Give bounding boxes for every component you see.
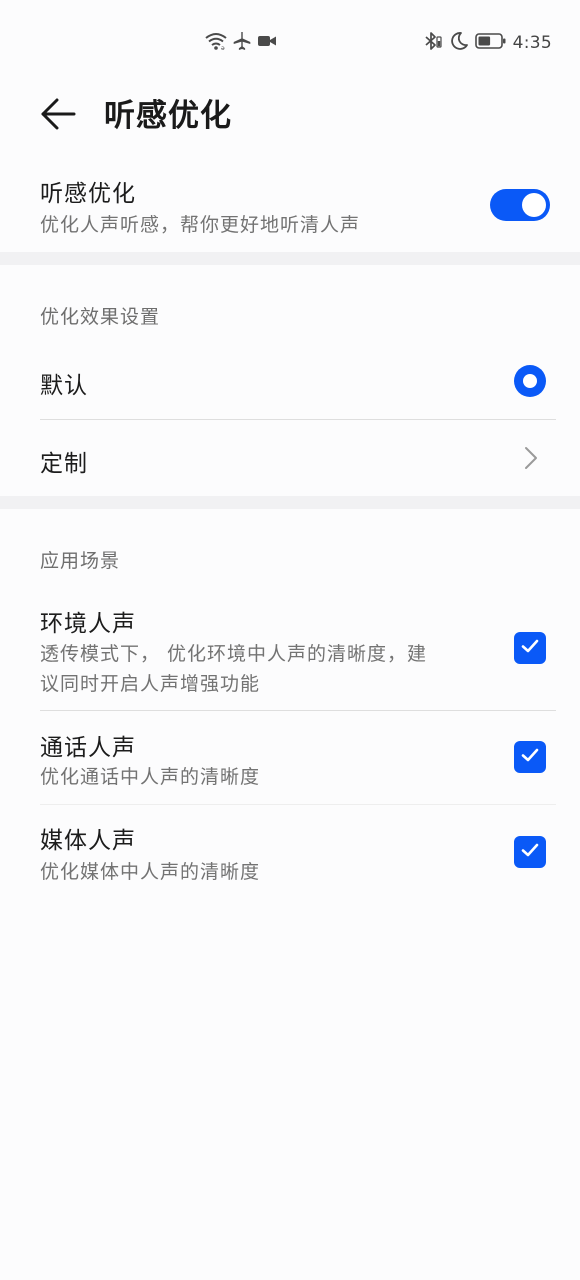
call-voice-checkbox[interactable] bbox=[514, 741, 546, 773]
checkmark-icon bbox=[519, 839, 541, 865]
option-custom-label: 定制 bbox=[40, 451, 88, 477]
effect-section-header: 优化效果设置 bbox=[40, 306, 161, 328]
do-not-disturb-moon-icon bbox=[449, 31, 469, 55]
scene-ambient-voice-row[interactable]: 环境人声 透传模式下， 优化环境中人声的清晰度，建 议同时开启人声增强功能 bbox=[0, 592, 580, 710]
bluetooth-icon bbox=[421, 30, 443, 56]
page-title: 听感优化 bbox=[104, 98, 232, 134]
status-right-icons: 4:35 bbox=[421, 31, 552, 55]
hearing-optimization-toggle[interactable] bbox=[490, 189, 550, 221]
hearing-optimization-row[interactable]: 听感优化 优化人声听感，帮你更好地听清人声 bbox=[0, 160, 580, 252]
scene-ambient-voice-subtitle-line2: 议同时开启人声增强功能 bbox=[40, 673, 261, 695]
scene-media-voice-row[interactable]: 媒体人声 优化媒体中人声的清晰度 bbox=[0, 805, 580, 897]
scene-media-voice-subtitle: 优化媒体中人声的清晰度 bbox=[40, 861, 261, 883]
status-time: 4:35 bbox=[512, 33, 552, 53]
battery-icon bbox=[474, 32, 507, 54]
ambient-voice-checkbox[interactable] bbox=[514, 632, 546, 664]
media-voice-checkbox[interactable] bbox=[514, 836, 546, 868]
status-bar: ə 4:35 bbox=[0, 0, 580, 86]
option-custom-row[interactable]: 定制 bbox=[0, 420, 580, 496]
wifi-icon: ə bbox=[204, 31, 228, 55]
scene-call-voice-title: 通话人声 bbox=[40, 735, 136, 761]
checkmark-icon bbox=[519, 635, 541, 661]
toggle-knob bbox=[522, 193, 546, 217]
arrow-left-icon bbox=[40, 96, 76, 136]
hearing-optimization-title: 听感优化 bbox=[40, 181, 136, 207]
scene-ambient-voice-subtitle-line1: 透传模式下， 优化环境中人声的清晰度，建 bbox=[40, 643, 428, 665]
checkmark-icon bbox=[519, 744, 541, 770]
airplane-icon bbox=[232, 31, 252, 55]
video-record-icon bbox=[256, 31, 278, 55]
scene-section-header: 应用场景 bbox=[40, 550, 121, 572]
section-separator bbox=[0, 496, 580, 509]
back-button[interactable] bbox=[36, 94, 80, 138]
svg-text:ə: ə bbox=[221, 45, 225, 51]
option-default-label: 默认 bbox=[40, 373, 88, 399]
section-separator bbox=[0, 252, 580, 265]
radio-dot bbox=[523, 374, 537, 388]
status-center-icons: ə bbox=[204, 32, 278, 54]
option-default-row[interactable]: 默认 bbox=[0, 342, 580, 420]
chevron-right-icon bbox=[522, 445, 540, 471]
default-radio-button[interactable] bbox=[514, 365, 546, 397]
scene-call-voice-row[interactable]: 通话人声 优化通话中人声的清晰度 bbox=[0, 711, 580, 804]
scene-call-voice-subtitle: 优化通话中人声的清晰度 bbox=[40, 766, 261, 788]
hearing-optimization-subtitle: 优化人声听感，帮你更好地听清人声 bbox=[40, 214, 361, 236]
scene-media-voice-title: 媒体人声 bbox=[40, 828, 136, 854]
app-bar: 听感优化 bbox=[0, 86, 580, 146]
scene-ambient-voice-title: 环境人声 bbox=[40, 611, 136, 637]
